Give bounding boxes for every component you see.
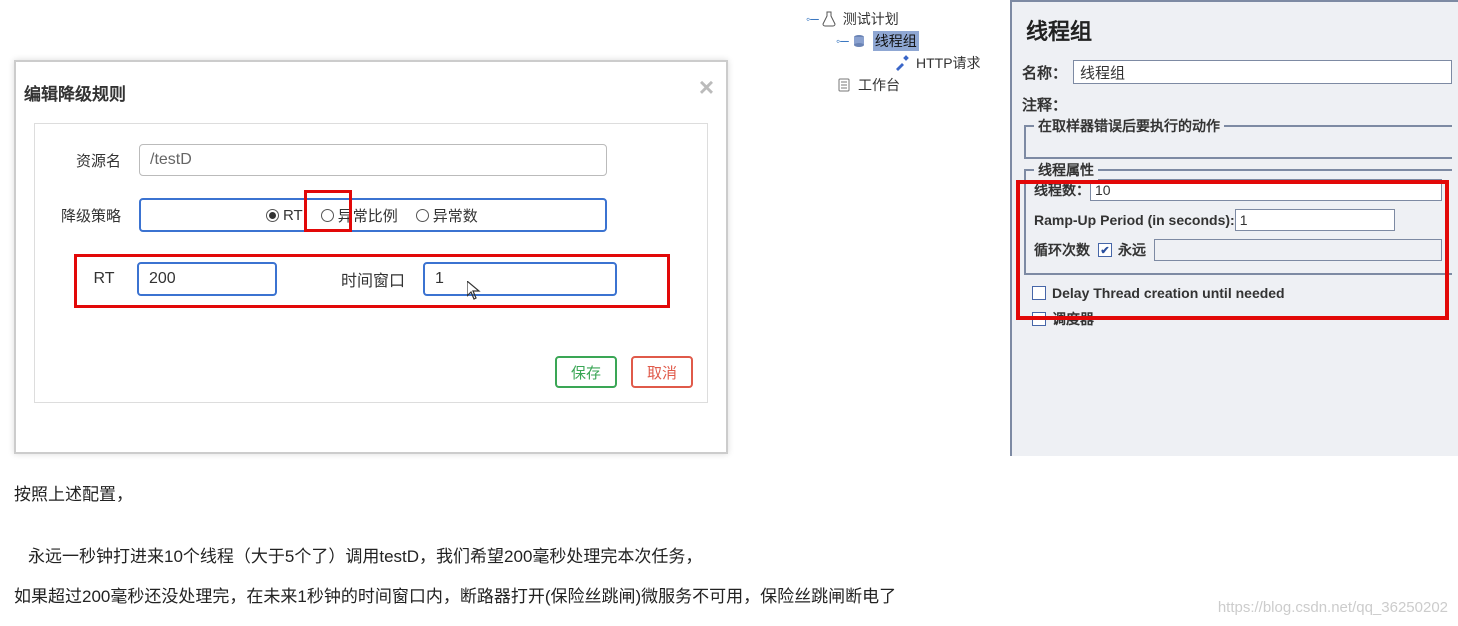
radio-icon: [416, 209, 429, 222]
save-button[interactable]: 保存: [555, 356, 617, 388]
rampup-input[interactable]: 1: [1235, 209, 1395, 231]
error-legend: 在取样器错误后要执行的动作: [1034, 116, 1224, 136]
error-action-fieldset: 在取样器错误后要执行的动作: [1024, 125, 1452, 159]
close-icon[interactable]: ×: [699, 72, 714, 103]
tree-thread-group-label: 线程组: [873, 31, 919, 51]
tree-thread-group[interactable]: ◦─ 线程组: [802, 30, 1008, 52]
name-label: 名称：: [1022, 62, 1067, 83]
radio-icon: [266, 209, 279, 222]
comment-label: 注释：: [1022, 94, 1067, 115]
scheduler-row: 调度器: [1032, 309, 1458, 329]
clipboard-icon: [836, 77, 852, 93]
scheduler-checkbox[interactable]: [1032, 312, 1046, 326]
strategy-radios: RT 异常比例 异常数: [139, 198, 607, 232]
radio-rt-label: RT: [283, 207, 303, 224]
spool-icon: [851, 33, 867, 49]
comment-row: 注释：: [1022, 94, 1458, 115]
toggle-icon: ◦─: [806, 12, 819, 26]
radio-ratio-label: 异常比例: [338, 205, 398, 226]
loop-count-input[interactable]: [1154, 239, 1442, 261]
radio-exception-count[interactable]: 异常数: [416, 205, 478, 226]
tree-workbench[interactable]: 工作台: [802, 74, 1008, 96]
flask-icon: [821, 11, 837, 27]
rt-input[interactable]: 200: [137, 262, 277, 296]
thread-count-row: 线程数： 10: [1034, 179, 1444, 201]
loop-row: 循环次数 永远: [1034, 239, 1444, 261]
resource-input[interactable]: /testD: [139, 144, 607, 176]
window-label: 时间窗口: [333, 267, 413, 291]
cancel-label: 取消: [647, 362, 677, 383]
jmeter-area: ◦─ 测试计划 ◦─ 线程组 HTTP请求 工作台 线程组: [800, 0, 1458, 460]
resource-value: /testD: [150, 151, 192, 169]
cursor-icon: [467, 281, 481, 301]
window-value: 1: [435, 270, 444, 288]
delay-row: Delay Thread creation until needed: [1032, 285, 1458, 301]
name-row: 名称： 线程组: [1022, 60, 1458, 84]
strategy-row: 降级策略 RT 异常比例 异常数: [49, 198, 693, 232]
test-plan-tree: ◦─ 测试计划 ◦─ 线程组 HTTP请求 工作台: [802, 8, 1008, 96]
thread-props-fieldset: 线程属性 线程数： 10 Ramp-Up Period (in seconds)…: [1024, 169, 1452, 275]
tree-workbench-label: 工作台: [858, 75, 900, 95]
thread-legend: 线程属性: [1034, 160, 1098, 180]
thread-group-panel: 线程组 名称： 线程组 注释： 在取样器错误后要执行的动作 线程属性 线程数： …: [1010, 0, 1458, 456]
tree-root[interactable]: ◦─ 测试计划: [802, 8, 1008, 30]
save-label: 保存: [571, 362, 601, 383]
dialog-title: 编辑降级规则: [24, 85, 126, 104]
delay-checkbox[interactable]: [1032, 286, 1046, 300]
tree-http-request[interactable]: HTTP请求: [802, 52, 1008, 74]
loop-label: 循环次数: [1034, 240, 1090, 260]
loop-forever-checkbox[interactable]: [1098, 243, 1112, 257]
radio-rt[interactable]: RT: [266, 207, 303, 224]
tree-http-label: HTTP请求: [916, 53, 981, 73]
rt-label: RT: [83, 270, 125, 288]
name-value: 线程组: [1080, 62, 1125, 83]
rampup-label: Ramp-Up Period (in seconds):: [1034, 212, 1235, 228]
thread-count-value: 10: [1095, 182, 1111, 198]
cancel-button[interactable]: 取消: [631, 356, 693, 388]
resource-row: 资源名 /testD: [49, 144, 693, 176]
watermark: https://blog.csdn.net/qq_36250202: [1218, 599, 1448, 616]
body-line-3: 如果超过200毫秒还没处理完，在未来1秒钟的时间窗口内，断路器打开(保险丝跳闸)…: [14, 582, 896, 607]
tree-root-label: 测试计划: [843, 9, 899, 29]
dialog-header: 编辑降级规则 ×: [16, 62, 726, 123]
thread-count-label: 线程数：: [1034, 180, 1090, 200]
scheduler-label: 调度器: [1052, 309, 1094, 329]
radio-icon: [321, 209, 334, 222]
dialog-footer: 保存 取消: [555, 356, 693, 388]
downgrade-rule-dialog: 编辑降级规则 × 资源名 /testD 降级策略 RT 异常比例: [14, 60, 728, 454]
rt-value: 200: [149, 270, 176, 288]
thread-count-input[interactable]: 10: [1090, 179, 1442, 201]
delay-label: Delay Thread creation until needed: [1052, 285, 1285, 301]
body-line-2: 永远一秒钟打进来10个线程（大于5个了）调用testD，我们希望200毫秒处理完…: [14, 542, 702, 567]
radio-count-label: 异常数: [433, 205, 478, 226]
rt-window-row: RT 200 时间窗口 1: [83, 262, 661, 296]
panel-title: 线程组: [1026, 14, 1458, 46]
name-input[interactable]: 线程组: [1073, 60, 1452, 84]
strategy-label: 降级策略: [49, 205, 139, 226]
body-line-1: 按照上述配置，: [14, 480, 133, 505]
window-input[interactable]: 1: [423, 262, 617, 296]
dropper-icon: [894, 55, 910, 71]
radio-exception-ratio[interactable]: 异常比例: [321, 205, 398, 226]
loop-forever-label: 永远: [1118, 240, 1146, 260]
resource-label: 资源名: [49, 150, 139, 171]
toggle-icon: ◦─: [836, 34, 849, 48]
rampup-value: 1: [1240, 212, 1248, 228]
rampup-row: Ramp-Up Period (in seconds): 1: [1034, 209, 1444, 231]
dialog-body: 资源名 /testD 降级策略 RT 异常比例 异常数: [34, 123, 708, 403]
